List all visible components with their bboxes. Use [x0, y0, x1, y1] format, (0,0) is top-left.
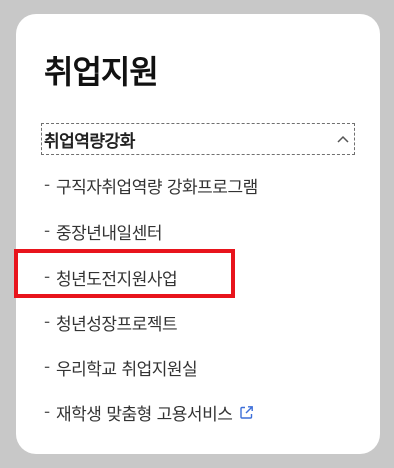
highlight-box: [14, 249, 235, 298]
external-link-icon: [239, 405, 254, 420]
section-toggle-employment-capacity[interactable]: 취업역량강화: [41, 123, 355, 155]
dash-marker: -: [44, 221, 50, 241]
side-menu-panel: 취업지원 취업역량강화 - 구직자취업역량 강화프로그램 - 중장년내일센터 -…: [16, 14, 380, 454]
dash-marker: -: [44, 357, 50, 377]
section-label: 취업역량강화: [44, 131, 135, 152]
dash-marker: -: [44, 175, 50, 195]
menu-item-youth-growth-project[interactable]: - 청년성장프로젝트: [44, 308, 178, 336]
menu-item-label: 재학생 맞춤형 고용서비스: [56, 404, 233, 425]
dash-marker: -: [44, 312, 50, 332]
chevron-up-icon: [336, 134, 350, 144]
panel-title: 취업지원: [44, 53, 159, 91]
menu-item-label: 청년성장프로젝트: [56, 314, 178, 335]
menu-item-job-seeker-program[interactable]: - 구직자취업역량 강화프로그램: [44, 171, 258, 199]
menu-item-label: 중장년내일센터: [56, 223, 162, 244]
menu-item-middle-aged-center[interactable]: - 중장년내일센터: [44, 217, 162, 245]
menu-item-student-employment-service[interactable]: - 재학생 맞춤형 고용서비스: [44, 398, 254, 426]
menu-item-label: 우리학교 취업지원실: [56, 359, 198, 380]
menu-item-school-employment-office[interactable]: - 우리학교 취업지원실: [44, 353, 198, 381]
menu-item-label: 구직자취업역량 강화프로그램: [56, 177, 258, 198]
dash-marker: -: [44, 402, 50, 422]
